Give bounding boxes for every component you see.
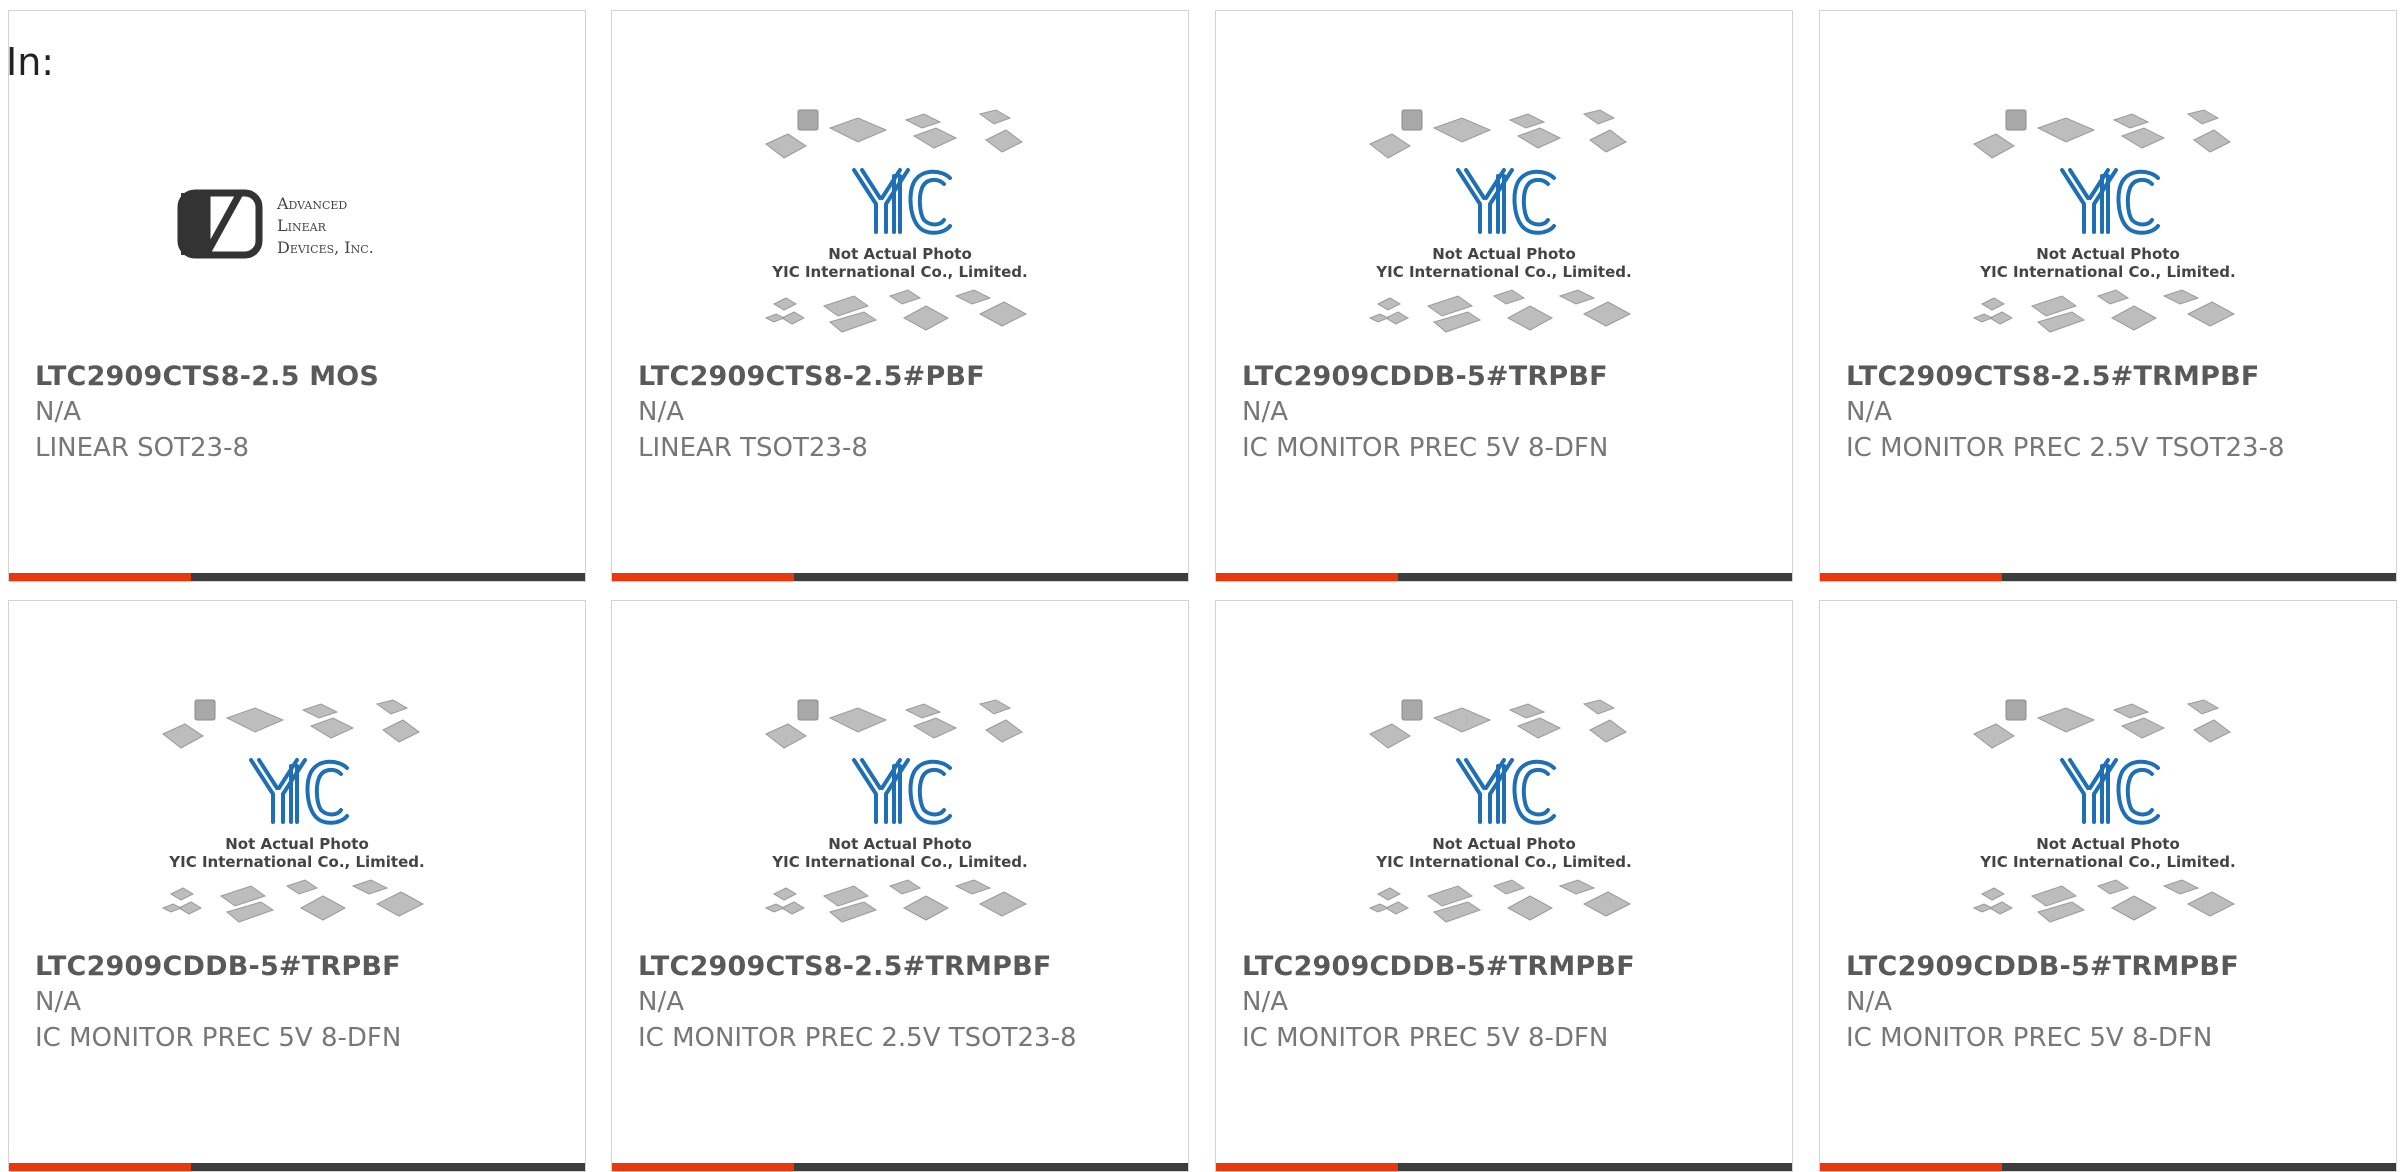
yic-company-text: YIC International Co., Limited. [1375, 263, 1631, 281]
chip-icons-bottom [764, 289, 1028, 333]
yic-logo-icon [852, 758, 952, 825]
yic-logo-icon [1456, 168, 1556, 235]
chip-icons-top [1369, 109, 1627, 159]
product-card[interactable]: Not Actual Photo YIC International Co., … [1819, 10, 2397, 582]
chip-icons-top [162, 699, 420, 749]
yic-company-text: YIC International Co., Limited. [1979, 263, 2235, 281]
part-number[interactable]: LTC2909CTS8-2.5 MOS [35, 361, 379, 392]
not-actual-photo-image: Not Actual Photo YIC International Co., … [1216, 681, 1792, 951]
description: LINEAR TSOT23-8 [638, 433, 868, 463]
not-actual-photo-text: Not Actual Photo [828, 835, 972, 853]
product-card[interactable]: Not Actual Photo YIC International Co., … [611, 10, 1189, 582]
not-actual-photo-text: Not Actual Photo [2036, 835, 2180, 853]
chip-icons-bottom [1368, 879, 1632, 923]
description: LINEAR SOT23-8 [35, 433, 250, 463]
manufacturer: N/A [638, 397, 684, 427]
product-card[interactable]: Not Actual Photo YIC International Co., … [1819, 600, 2397, 1172]
product-card[interactable]: Advanced Linear Devices, Inc. LTC2909CTS… [8, 10, 586, 582]
manufacturer: N/A [638, 987, 684, 1017]
yic-logo-icon [852, 168, 952, 235]
product-card[interactable]: Not Actual Photo YIC International Co., … [8, 600, 586, 1172]
not-actual-photo-text: Not Actual Photo [2036, 245, 2180, 263]
part-number[interactable]: LTC2909CDDB-5#TRMPBF [1846, 951, 2239, 982]
chip-icons-top [1973, 109, 2231, 159]
part-number[interactable]: LTC2909CTS8-2.5#TRMPBF [638, 951, 1052, 982]
product-card[interactable]: Not Actual Photo YIC International Co., … [611, 600, 1189, 1172]
yic-logo-icon [2060, 168, 2160, 235]
chip-icons-bottom [1972, 289, 2236, 333]
not-actual-photo-image: Not Actual Photo YIC International Co., … [1820, 681, 2396, 951]
part-number[interactable]: LTC2909CDDB-5#TRMPBF [1242, 951, 1635, 982]
chip-icons-bottom [764, 879, 1028, 923]
chip-icons-top [1369, 699, 1627, 749]
card-bar [612, 1163, 1188, 1171]
not-actual-photo-text: Not Actual Photo [828, 245, 972, 263]
part-number[interactable]: LTC2909CTS8-2.5#PBF [638, 361, 985, 392]
not-actual-photo-image: Not Actual Photo YIC International Co., … [1216, 91, 1792, 361]
chip-icons-top [765, 109, 1023, 159]
manufacturer-logo: Advanced Linear Devices, Inc. [9, 91, 585, 361]
product-card[interactable]: Not Actual Photo YIC International Co., … [1215, 10, 1793, 582]
manufacturer: N/A [1846, 397, 1892, 427]
part-number[interactable]: LTC2909CTS8-2.5#TRMPBF [1846, 361, 2260, 392]
not-actual-photo-image: Not Actual Photo YIC International Co., … [612, 681, 1188, 951]
adi-logo-line2: Linear [277, 216, 327, 235]
card-bar [1216, 1163, 1792, 1171]
yic-company-text: YIC International Co., Limited. [168, 853, 424, 871]
yic-company-text: YIC International Co., Limited. [771, 263, 1027, 281]
card-bar [9, 573, 585, 581]
manufacturer: N/A [1242, 987, 1288, 1017]
adi-logo-line3: Devices, Inc. [277, 238, 374, 257]
chip-icons-bottom [1368, 289, 1632, 333]
yic-company-text: YIC International Co., Limited. [1979, 853, 2235, 871]
manufacturer: N/A [1242, 397, 1288, 427]
description: IC MONITOR PREC 2.5V TSOT23-8 [638, 1023, 1077, 1053]
manufacturer: N/A [1846, 987, 1892, 1017]
not-actual-photo-text: Not Actual Photo [225, 835, 369, 853]
manufacturer: N/A [35, 987, 81, 1017]
card-bar [612, 573, 1188, 581]
card-bar [1820, 573, 2396, 581]
chip-icons-top [1973, 699, 2231, 749]
yic-logo-icon [2060, 758, 2160, 825]
product-card[interactable]: Not Actual Photo YIC International Co., … [1215, 600, 1793, 1172]
chip-icons-bottom [1972, 879, 2236, 923]
description: IC MONITOR PREC 2.5V TSOT23-8 [1846, 433, 2285, 463]
description: IC MONITOR PREC 5V 8-DFN [1242, 1023, 1609, 1053]
description: IC MONITOR PREC 5V 8-DFN [35, 1023, 402, 1053]
yic-logo-icon [1456, 758, 1556, 825]
not-actual-photo-image: Not Actual Photo YIC International Co., … [9, 681, 585, 951]
manufacturer: N/A [35, 397, 81, 427]
card-bar [1820, 1163, 2396, 1171]
yic-company-text: YIC International Co., Limited. [771, 853, 1027, 871]
part-number[interactable]: LTC2909CDDB-5#TRPBF [1242, 361, 1608, 392]
chip-icons-bottom [161, 879, 425, 923]
description: IC MONITOR PREC 5V 8-DFN [1242, 433, 1609, 463]
part-number[interactable]: LTC2909CDDB-5#TRPBF [35, 951, 401, 982]
not-actual-photo-image: Not Actual Photo YIC International Co., … [1820, 91, 2396, 361]
card-bar [1216, 573, 1792, 581]
card-bar [9, 1163, 585, 1171]
in-label: In: [6, 40, 55, 84]
adi-logo-line1: Advanced [276, 194, 347, 213]
yic-logo-icon [249, 758, 349, 825]
yic-company-text: YIC International Co., Limited. [1375, 853, 1631, 871]
not-actual-photo-text: Not Actual Photo [1432, 835, 1576, 853]
product-grid: Advanced Linear Devices, Inc. LTC2909CTS… [0, 0, 2400, 1172]
not-actual-photo-text: Not Actual Photo [1432, 245, 1576, 263]
not-actual-photo-image: Not Actual Photo YIC International Co., … [612, 91, 1188, 361]
description: IC MONITOR PREC 5V 8-DFN [1846, 1023, 2213, 1053]
chip-icons-top [765, 699, 1023, 749]
